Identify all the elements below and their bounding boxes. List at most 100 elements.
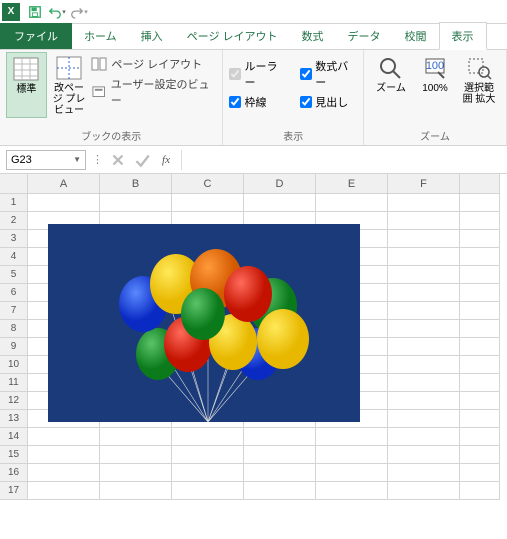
- cell[interactable]: [100, 446, 172, 464]
- cell[interactable]: [388, 464, 460, 482]
- cell[interactable]: [460, 374, 500, 392]
- view-pagelayout-button[interactable]: ページ レイアウト: [91, 56, 216, 72]
- cell[interactable]: [388, 428, 460, 446]
- cell[interactable]: [460, 464, 500, 482]
- col-header[interactable]: C: [172, 174, 244, 194]
- tab-file[interactable]: ファイル: [0, 23, 72, 49]
- row-header[interactable]: 8: [0, 320, 28, 338]
- cell[interactable]: [388, 266, 460, 284]
- row-header[interactable]: 13: [0, 410, 28, 428]
- row-header[interactable]: 16: [0, 464, 28, 482]
- cell[interactable]: [460, 230, 500, 248]
- cell[interactable]: [172, 428, 244, 446]
- row-header[interactable]: 2: [0, 212, 28, 230]
- formula-input[interactable]: [181, 150, 501, 170]
- undo-icon[interactable]: ▾: [46, 1, 68, 23]
- worksheet-grid[interactable]: A B C D E F 1234567891011121314151617: [0, 174, 507, 500]
- col-header[interactable]: E: [316, 174, 388, 194]
- view-pagebreak-button[interactable]: 改ページ プレビュー: [49, 52, 90, 118]
- view-normal-button[interactable]: 標準: [6, 52, 47, 118]
- cell[interactable]: [460, 302, 500, 320]
- row-header[interactable]: 9: [0, 338, 28, 356]
- zoom-button[interactable]: ズーム: [370, 52, 412, 107]
- col-header[interactable]: [460, 174, 500, 194]
- cell[interactable]: [460, 284, 500, 302]
- save-icon[interactable]: [24, 1, 46, 23]
- checkbox-gridlines[interactable]: 枠線: [229, 94, 286, 110]
- tab-home[interactable]: ホーム: [72, 23, 129, 49]
- zoom-100-button[interactable]: 100 100%: [414, 52, 456, 107]
- cell[interactable]: [460, 410, 500, 428]
- cell[interactable]: [388, 338, 460, 356]
- row-header[interactable]: 15: [0, 446, 28, 464]
- cell[interactable]: [316, 446, 388, 464]
- cell[interactable]: [100, 464, 172, 482]
- zoom-selection-button[interactable]: 選択範囲 拡大: [458, 52, 500, 107]
- redo-icon[interactable]: ▾: [68, 1, 90, 23]
- row-header[interactable]: 6: [0, 284, 28, 302]
- cell[interactable]: [316, 428, 388, 446]
- row-header[interactable]: 1: [0, 194, 28, 212]
- cell[interactable]: [388, 230, 460, 248]
- row-header[interactable]: 14: [0, 428, 28, 446]
- tab-formulas[interactable]: 数式: [290, 23, 336, 49]
- tab-view[interactable]: 表示: [439, 22, 487, 50]
- cell[interactable]: [460, 194, 500, 212]
- cell[interactable]: [28, 194, 100, 212]
- row-header[interactable]: 4: [0, 248, 28, 266]
- cell[interactable]: [460, 392, 500, 410]
- cell[interactable]: [388, 482, 460, 500]
- cell[interactable]: [388, 410, 460, 428]
- cell[interactable]: [388, 374, 460, 392]
- checkbox-formulabar[interactable]: 数式バー: [300, 58, 357, 90]
- cell[interactable]: [28, 428, 100, 446]
- name-box[interactable]: G23 ▼: [6, 150, 86, 170]
- tab-insert[interactable]: 挿入: [129, 23, 175, 49]
- row-header[interactable]: 3: [0, 230, 28, 248]
- chevron-down-icon[interactable]: ▼: [73, 155, 81, 164]
- cell[interactable]: [388, 212, 460, 230]
- cell[interactable]: [460, 428, 500, 446]
- row-header[interactable]: 7: [0, 302, 28, 320]
- cell[interactable]: [460, 266, 500, 284]
- cell[interactable]: [172, 446, 244, 464]
- cell[interactable]: [316, 482, 388, 500]
- cell[interactable]: [244, 194, 316, 212]
- row-header[interactable]: 10: [0, 356, 28, 374]
- view-custom-button[interactable]: ユーザー設定のビュー: [91, 76, 216, 108]
- tab-data[interactable]: データ: [336, 23, 393, 49]
- cell[interactable]: [28, 464, 100, 482]
- row-header[interactable]: 12: [0, 392, 28, 410]
- tab-review[interactable]: 校閲: [393, 23, 439, 49]
- checkbox-ruler[interactable]: ルーラー: [229, 58, 286, 90]
- cell[interactable]: [388, 248, 460, 266]
- cell[interactable]: [460, 338, 500, 356]
- cancel-formula-button[interactable]: [109, 151, 127, 169]
- row-header[interactable]: 17: [0, 482, 28, 500]
- cell[interactable]: [460, 212, 500, 230]
- cell[interactable]: [460, 320, 500, 338]
- cell[interactable]: [388, 446, 460, 464]
- cell[interactable]: [460, 248, 500, 266]
- cell[interactable]: [316, 464, 388, 482]
- fx-button[interactable]: fx: [157, 151, 175, 169]
- row-header[interactable]: 11: [0, 374, 28, 392]
- row-header[interactable]: 5: [0, 266, 28, 284]
- col-header[interactable]: A: [28, 174, 100, 194]
- cell[interactable]: [388, 392, 460, 410]
- cell[interactable]: [100, 194, 172, 212]
- cell[interactable]: [388, 284, 460, 302]
- cell[interactable]: [100, 428, 172, 446]
- cell[interactable]: [388, 320, 460, 338]
- cell[interactable]: [28, 446, 100, 464]
- cell[interactable]: [244, 482, 316, 500]
- col-header[interactable]: B: [100, 174, 172, 194]
- checkbox-headings[interactable]: 見出し: [300, 94, 357, 110]
- cell[interactable]: [460, 446, 500, 464]
- embedded-image[interactable]: [48, 224, 360, 422]
- cell[interactable]: [244, 428, 316, 446]
- cell[interactable]: [460, 482, 500, 500]
- cell[interactable]: [244, 446, 316, 464]
- cell[interactable]: [388, 356, 460, 374]
- cell[interactable]: [172, 482, 244, 500]
